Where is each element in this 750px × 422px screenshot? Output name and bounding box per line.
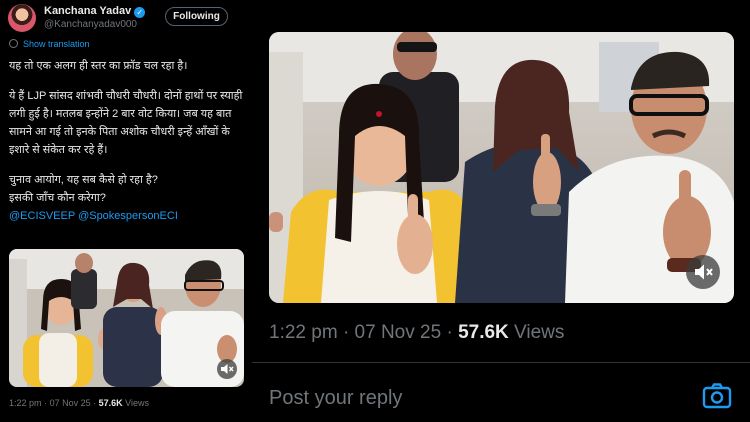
video-thumbnail-image (9, 249, 244, 387)
author-name[interactable]: Kanchana Yadav ✓ (44, 5, 146, 18)
show-translation-link[interactable]: Show translation (9, 39, 90, 49)
mute-icon-svg (221, 364, 234, 374)
video-mute-button[interactable] (686, 255, 720, 289)
reply-input[interactable] (269, 385, 669, 411)
tweet-meta: 1:22 pm · 07 Nov 25 · 57.6K Views (9, 398, 149, 408)
video-frame-image (269, 32, 734, 303)
expanded-views-count: 57.6K (458, 322, 509, 343)
camera-button[interactable] (701, 381, 733, 411)
expanded-tweet-meta: 1:22 pm · 07 Nov 25 · 57.6K Views (269, 322, 564, 344)
video-thumbnail[interactable] (9, 249, 244, 387)
mention-ecisveep[interactable]: @ECISVEEP (9, 210, 75, 222)
meta-separator-2: · (93, 398, 97, 408)
expanded-time[interactable]: 1:22 pm (269, 322, 338, 343)
tweet-mentions: @ECISVEEP @SpokespersonECI (9, 207, 249, 225)
tweet-line-1: यह तो एक अलग ही स्तर का फ्रॉड चल रहा है। (9, 60, 188, 72)
mute-icon (695, 264, 713, 280)
tweet-line-2: ये हैं LJP सांसद शांभवी चौधरी चौधरी। दोन… (9, 90, 243, 156)
tweet-text: यह तो एक अलग ही स्तर का फ्रॉड चल रहा है।… (9, 57, 249, 225)
divider (252, 362, 750, 363)
author-name-text: Kanchana Yadav (44, 5, 132, 17)
author-handle[interactable]: @Kanchanyadav000 (44, 19, 137, 30)
avatar[interactable] (8, 4, 36, 32)
tweet-line-4: इसकी जाँच कौन करेगा? (9, 192, 106, 204)
views-label: Views (125, 398, 150, 408)
expanded-separator-2: · (446, 322, 453, 343)
verified-badge-icon: ✓ (134, 7, 146, 18)
camera-icon (702, 383, 732, 409)
tweet-time[interactable]: 1:22 pm (9, 398, 42, 408)
tweet-panel: Kanchana Yadav ✓ @Kanchanyadav000 Followi… (0, 0, 252, 422)
video-player[interactable] (269, 32, 734, 303)
tweet-line-3: चुनाव आयोग, यह सब कैसे हो रहा है? (9, 174, 158, 186)
show-translation-label: Show translation (23, 39, 90, 49)
mention-spokespersoneci[interactable]: @SpokespersonECI (78, 210, 178, 222)
following-button[interactable]: Following (165, 7, 228, 26)
tweet-date[interactable]: 07 Nov 25 (50, 398, 91, 408)
views-count: 57.6K (98, 398, 123, 408)
expanded-views-label: Views (514, 322, 565, 343)
expanded-date[interactable]: 07 Nov 25 (355, 322, 442, 343)
expanded-separator: · (342, 322, 350, 343)
mute-icon[interactable] (217, 359, 237, 379)
media-panel: 1:22 pm · 07 Nov 25 · 57.6K Views (252, 0, 750, 422)
meta-separator: · (44, 398, 48, 408)
globe-icon (9, 39, 18, 48)
